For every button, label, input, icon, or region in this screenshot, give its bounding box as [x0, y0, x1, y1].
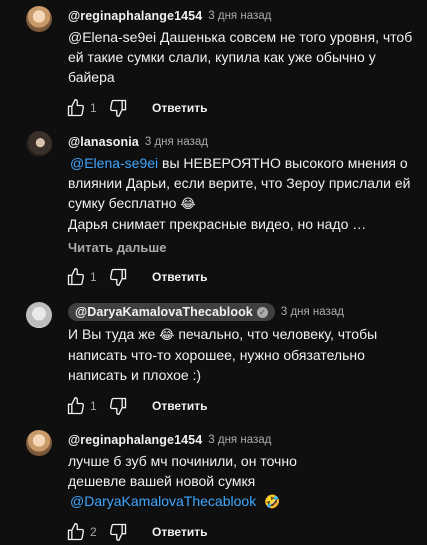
mention-link[interactable]: @Elena-se9ei — [70, 155, 158, 171]
thumb-down-icon[interactable] — [108, 522, 128, 542]
thumb-down-icon[interactable] — [108, 267, 128, 287]
laughing-emoji: 😂 — [159, 327, 175, 342]
avatar[interactable] — [26, 302, 52, 328]
comment-actions: 1 Ответить — [66, 395, 207, 417]
comment-actions: 1 Ответить — [66, 97, 207, 119]
like-count: 1 — [90, 101, 97, 115]
thumb-down-icon[interactable] — [108, 98, 128, 118]
like-count: 1 — [90, 270, 97, 284]
timestamp[interactable]: 3 дня назад — [281, 306, 344, 318]
comment-actions: 2 Ответить — [66, 521, 207, 543]
thumb-up-icon[interactable] — [66, 396, 86, 416]
like-count: 2 — [90, 525, 97, 539]
comment-header: @reginaphalange1454 3 дня назад — [68, 432, 271, 448]
thumb-up-icon[interactable] — [66, 98, 86, 118]
comment-text: И Вы туда же 😂 печально, что человеку, ч… — [68, 324, 413, 385]
author-name[interactable]: @reginaphalange1454 — [68, 433, 202, 447]
avatar[interactable] — [26, 430, 52, 456]
timestamp[interactable]: 3 дня назад — [145, 136, 208, 148]
comment-text: лучше б зуб мч починили, он точно дешевл… — [68, 451, 318, 491]
timestamp[interactable]: 3 дня назад — [208, 10, 271, 22]
avatar[interactable] — [26, 6, 52, 32]
author-name: @DaryaKamalovaThecablook — [75, 305, 253, 319]
comment-header: @DaryaKamalovaThecablook ✓ 3 дня назад — [68, 303, 344, 321]
mention-link[interactable]: @Elena-se9ei — [68, 29, 156, 45]
reply-button[interactable]: Ответить — [152, 525, 207, 539]
reply-button[interactable]: Ответить — [152, 270, 207, 284]
like-count: 1 — [90, 399, 97, 413]
comment-header: @reginaphalange1454 3 дня назад — [68, 8, 271, 24]
rofl-emoji: 🤣 — [263, 494, 281, 509]
comment-text: @Elena-se9ei Дашенька совсем не того уро… — [68, 27, 413, 87]
mention-link[interactable]: @DaryaKamalovaThecablook — [70, 493, 256, 509]
comment-mention-line: @DaryaKamalovaThecablook 🤣 — [68, 491, 413, 512]
reply-button[interactable]: Ответить — [152, 101, 207, 115]
comment-text-part: И Вы туда же — [68, 326, 160, 342]
avatar[interactable] — [26, 131, 52, 157]
thumb-up-icon[interactable] — [66, 522, 86, 542]
timestamp[interactable]: 3 дня назад — [208, 434, 271, 446]
thumb-down-icon[interactable] — [108, 396, 128, 416]
comment-text: @Elena-se9ei вы НЕВЕРОЯТНО высокого мнен… — [68, 153, 413, 234]
read-more-button[interactable]: Читать дальше — [68, 240, 167, 255]
author-name[interactable]: @lanasonia — [68, 135, 139, 149]
comment-header: @lanasonia 3 дня назад — [68, 134, 208, 150]
comment-text-part: лучше б зуб мч починили, он точно дешевл… — [68, 453, 297, 489]
creator-author-chip[interactable]: @DaryaKamalovaThecablook ✓ — [68, 303, 275, 321]
check-icon: ✓ — [256, 306, 268, 318]
reply-button[interactable]: Ответить — [152, 399, 207, 413]
thumb-up-icon[interactable] — [66, 267, 86, 287]
author-name[interactable]: @reginaphalange1454 — [68, 9, 202, 23]
comment-actions: 1 Ответить — [66, 266, 207, 288]
comment-text-part: Дарья снимает прекрасные видео, но надо … — [68, 216, 367, 232]
laughing-emoji: 😂 — [180, 196, 196, 211]
